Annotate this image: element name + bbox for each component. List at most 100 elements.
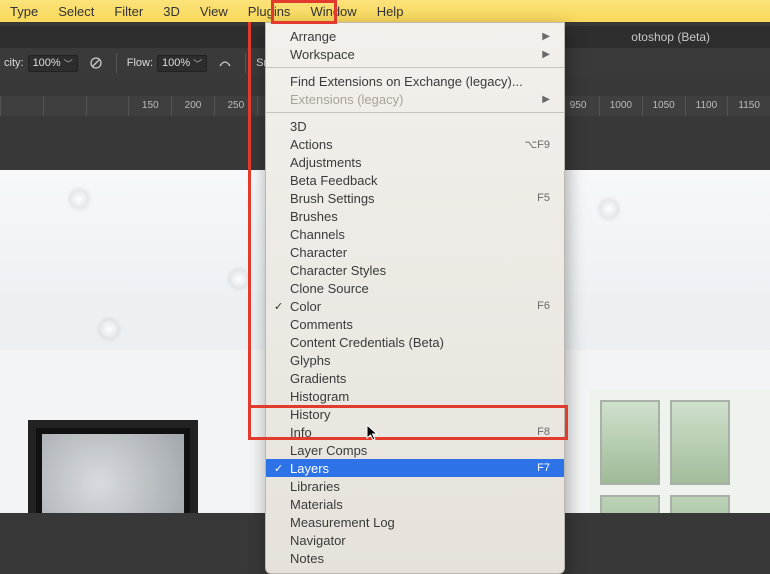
menu-item-gradients[interactable]: Gradients <box>266 369 564 387</box>
menu-item-shortcut: F6 <box>537 300 550 312</box>
menu-type[interactable]: Type <box>0 0 48 22</box>
airbrush-icon[interactable] <box>213 53 237 73</box>
ruler-tick: 1000 <box>599 96 642 116</box>
menu-item-notes[interactable]: Notes <box>266 549 564 567</box>
menu-item-label: Histogram <box>290 389 349 404</box>
document-title: otoshop (Beta) <box>631 30 710 44</box>
menu-item-label: Materials <box>290 497 343 512</box>
menu-item-label: Clone Source <box>290 281 369 296</box>
menu-item-label: Adjustments <box>290 155 362 170</box>
menu-view[interactable]: View <box>190 0 238 22</box>
menu-item-brushes[interactable]: Brushes <box>266 207 564 225</box>
menu-item-shortcut: F7 <box>537 462 550 474</box>
menu-item-label: Brush Settings <box>290 191 375 206</box>
menu-item-label: History <box>290 407 330 422</box>
opacity-label: city: <box>4 57 24 69</box>
pressure-opacity-icon[interactable] <box>84 53 108 73</box>
menu-item-comments[interactable]: Comments <box>266 315 564 333</box>
photo-window <box>590 390 770 513</box>
submenu-arrow-icon: ▶ <box>542 94 550 105</box>
menu-item-materials[interactable]: Materials <box>266 495 564 513</box>
ruler-tick <box>0 96 43 116</box>
opacity-field[interactable]: 100%﹀ <box>28 55 78 72</box>
menu-3d[interactable]: 3D <box>153 0 190 22</box>
menu-item-arrange[interactable]: Arrange ▶ <box>266 27 564 45</box>
menu-select[interactable]: Select <box>48 0 104 22</box>
menu-item-beta-feedback[interactable]: Beta Feedback <box>266 171 564 189</box>
menu-item-shortcut: F5 <box>537 192 550 204</box>
flow-label: Flow: <box>127 57 153 69</box>
submenu-arrow-icon: ▶ <box>542 31 550 42</box>
menu-item-label: Notes <box>290 551 324 566</box>
ruler-tick: 1100 <box>685 96 728 116</box>
menu-item-find-extensions-on-exchange-legacy[interactable]: Find Extensions on Exchange (legacy)... <box>266 72 564 90</box>
menu-item-adjustments[interactable]: Adjustments <box>266 153 564 171</box>
menu-item-label: Navigator <box>290 533 346 548</box>
menu-item-brush-settings[interactable]: Brush Settings F5 <box>266 189 564 207</box>
menu-item-navigator[interactable]: Navigator <box>266 531 564 549</box>
menu-item-label: Gradients <box>290 371 346 386</box>
menu-item-shortcut: F8 <box>537 426 550 438</box>
menu-item-color[interactable]: ✓ Color F6 <box>266 297 564 315</box>
menu-item-label: Character Styles <box>290 263 386 278</box>
ruler-tick: 1050 <box>642 96 685 116</box>
menu-item-label: Layer Comps <box>290 443 367 458</box>
menu-item-glyphs[interactable]: Glyphs <box>266 351 564 369</box>
menu-item-label: Layers <box>290 461 329 476</box>
ruler-tick <box>86 96 129 116</box>
menu-item-layer-comps[interactable]: Layer Comps <box>266 441 564 459</box>
menu-item-label: Workspace <box>290 47 355 62</box>
menubar: TypeSelectFilter3DViewPluginsWindowHelp <box>0 0 770 22</box>
flow-field[interactable]: 100%﹀ <box>157 55 207 72</box>
menu-window[interactable]: Window <box>300 0 366 22</box>
menu-item-clone-source[interactable]: Clone Source <box>266 279 564 297</box>
menu-item-label: 3D <box>290 119 307 134</box>
menu-item-history[interactable]: History <box>266 405 564 423</box>
menu-filter[interactable]: Filter <box>104 0 153 22</box>
menu-item-info[interactable]: Info F8 <box>266 423 564 441</box>
menu-item-label: Color <box>290 299 321 314</box>
menu-item-content-credentials-beta[interactable]: Content Credentials (Beta) <box>266 333 564 351</box>
window-menu-dropdown: Arrange ▶ Workspace ▶ Find Extensions on Exc… <box>265 22 565 574</box>
checkmark-icon: ✓ <box>274 462 283 475</box>
menu-item-character-styles[interactable]: Character Styles <box>266 261 564 279</box>
menu-item-actions[interactable]: Actions ⌥F9 <box>266 135 564 153</box>
chevron-down-icon: ﹀ <box>193 57 202 70</box>
menu-item-measurement-log[interactable]: Measurement Log <box>266 513 564 531</box>
menu-item-histogram[interactable]: Histogram <box>266 387 564 405</box>
ruler-tick: 200 <box>171 96 214 116</box>
menu-item-channels[interactable]: Channels <box>266 225 564 243</box>
ruler-tick: 250 <box>214 96 257 116</box>
ruler-tick <box>43 96 86 116</box>
menu-item-label: Comments <box>290 317 353 332</box>
menu-item-label: Extensions (legacy) <box>290 92 403 107</box>
menu-item-label: Channels <box>290 227 345 242</box>
menu-item-label: Character <box>290 245 347 260</box>
menu-item-3d[interactable]: 3D <box>266 117 564 135</box>
menu-plugins[interactable]: Plugins <box>238 0 301 22</box>
menu-item-label: Beta Feedback <box>290 173 377 188</box>
menu-item-label: Actions <box>290 137 333 152</box>
menu-item-extensions-legacy: Extensions (legacy) ▶ <box>266 90 564 108</box>
menu-item-layers[interactable]: ✓ Layers F7 <box>266 459 564 477</box>
menu-item-character[interactable]: Character <box>266 243 564 261</box>
menu-item-label: Content Credentials (Beta) <box>290 335 444 350</box>
menu-item-label: Brushes <box>290 209 338 224</box>
ruler-tick: 150 <box>128 96 171 116</box>
menu-separator <box>266 112 564 113</box>
menu-item-shortcut: ⌥F9 <box>524 138 550 151</box>
menu-separator <box>266 67 564 68</box>
menu-item-label: Find Extensions on Exchange (legacy)... <box>290 74 523 89</box>
menu-item-libraries[interactable]: Libraries <box>266 477 564 495</box>
menu-item-label: Info <box>290 425 312 440</box>
menu-item-label: Glyphs <box>290 353 330 368</box>
menu-item-label: Measurement Log <box>290 515 395 530</box>
submenu-arrow-icon: ▶ <box>542 49 550 60</box>
menu-item-label: Arrange <box>290 29 336 44</box>
menu-item-workspace[interactable]: Workspace ▶ <box>266 45 564 63</box>
ruler-tick: 1150 <box>727 96 770 116</box>
menu-item-label: Libraries <box>290 479 340 494</box>
menu-help[interactable]: Help <box>367 0 414 22</box>
photo-frame <box>28 420 198 513</box>
checkmark-icon: ✓ <box>274 300 283 313</box>
